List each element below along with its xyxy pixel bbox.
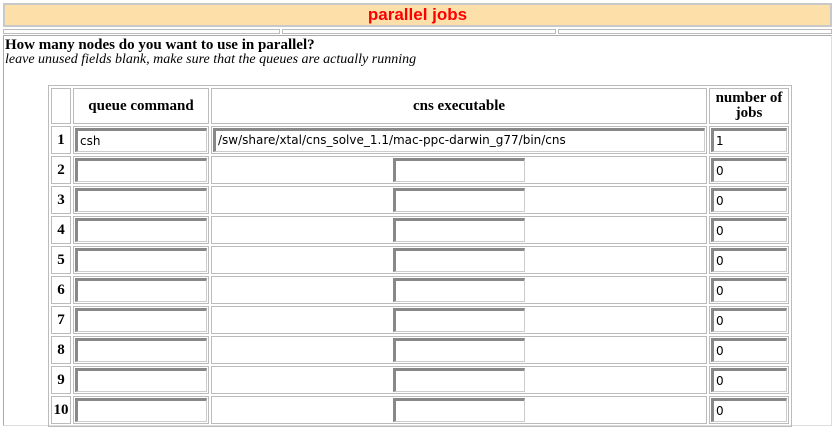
row-number: 10: [51, 396, 71, 424]
cns-cell: [211, 246, 707, 274]
cns-executable-input[interactable]: [393, 218, 525, 242]
queue-cell: [73, 156, 209, 184]
row-number: 7: [51, 306, 71, 334]
row-number: 6: [51, 276, 71, 304]
hint-text: leave unused fields blank, make sure tha…: [5, 52, 417, 67]
number-of-jobs-input[interactable]: [711, 218, 787, 242]
spacer-cell: [558, 29, 832, 34]
queue-cell: [73, 366, 209, 394]
table-row: 6: [51, 276, 789, 304]
spacer-cell: [282, 29, 556, 34]
cns-executable-input[interactable]: [393, 368, 525, 392]
cns-executable-input[interactable]: [393, 338, 525, 362]
cns-executable-input[interactable]: [393, 158, 525, 182]
cns-cell: [211, 366, 707, 394]
index-header: [51, 88, 71, 124]
queue-command-input[interactable]: [75, 158, 207, 182]
jobs-cell: [709, 396, 789, 424]
row-number: 4: [51, 216, 71, 244]
cns-cell: [211, 336, 707, 364]
number-of-jobs-input[interactable]: [711, 188, 787, 212]
jobs-cell: [709, 366, 789, 394]
number-of-jobs-input[interactable]: [711, 338, 787, 362]
cns-executable-input[interactable]: [393, 308, 525, 332]
queue-command-input[interactable]: [75, 398, 207, 422]
jobs-cell: [709, 276, 789, 304]
table-row: 8: [51, 336, 789, 364]
cns-executable-input[interactable]: /sw/share/xtal/cns_solve_1.1/mac-ppc-dar…: [213, 128, 705, 152]
cns-cell: [211, 156, 707, 184]
table-row: 2: [51, 156, 789, 184]
jobs-header: number of jobs: [709, 88, 789, 124]
number-of-jobs-input[interactable]: [711, 158, 787, 182]
queue-command-input[interactable]: [75, 248, 207, 272]
queue-cell: [73, 276, 209, 304]
table-row: 3: [51, 186, 789, 214]
number-of-jobs-input[interactable]: [711, 278, 787, 302]
row-number: 2: [51, 156, 71, 184]
queue-command-input[interactable]: [75, 278, 207, 302]
table-row: 4: [51, 216, 789, 244]
row-number: 5: [51, 246, 71, 274]
jobs-cell: [709, 126, 789, 154]
jobs-cell: [709, 306, 789, 334]
row-number: 1: [51, 126, 71, 154]
jobs-cell: [709, 186, 789, 214]
number-of-jobs-input[interactable]: [711, 368, 787, 392]
queue-cell: [73, 186, 209, 214]
cns-executable-input[interactable]: [393, 278, 525, 302]
number-of-jobs-input[interactable]: [711, 128, 787, 152]
page-title: parallel jobs: [3, 3, 832, 27]
jobs-cell: [709, 216, 789, 244]
queue-cell: [73, 246, 209, 274]
queue-command-input[interactable]: [75, 188, 207, 212]
queue-cell: [73, 396, 209, 424]
number-of-jobs-input[interactable]: [711, 398, 787, 422]
jobs-cell: [709, 336, 789, 364]
queue-cell: [73, 126, 209, 154]
cns-cell: [211, 306, 707, 334]
number-of-jobs-input[interactable]: [711, 308, 787, 332]
cns-executable-input[interactable]: [393, 188, 525, 212]
cns-cell: [211, 276, 707, 304]
cns-cell: /sw/share/xtal/cns_solve_1.1/mac-ppc-dar…: [211, 126, 707, 154]
cns-executable-input[interactable]: [393, 398, 525, 422]
cns-executable-input[interactable]: [393, 248, 525, 272]
row-number: 3: [51, 186, 71, 214]
queue-command-input[interactable]: [75, 308, 207, 332]
jobs-cell: [709, 246, 789, 274]
cns-cell: [211, 396, 707, 424]
jobs-table: queue command cns executable number of j…: [48, 85, 792, 427]
queue-command-input[interactable]: [75, 218, 207, 242]
queue-cell: [73, 306, 209, 334]
cns-header: cns executable: [211, 88, 707, 124]
queue-cell: [73, 216, 209, 244]
queue-command-input[interactable]: [75, 368, 207, 392]
cns-cell: [211, 186, 707, 214]
cns-cell: [211, 216, 707, 244]
table-row: 5: [51, 246, 789, 274]
table-row: 7: [51, 306, 789, 334]
spacer-cell: [3, 29, 280, 34]
table-row: 9: [51, 366, 789, 394]
queue-cell: [73, 336, 209, 364]
number-of-jobs-input[interactable]: [711, 248, 787, 272]
table-row: 1 /sw/share/xtal/cns_solve_1.1/mac-ppc-d…: [51, 126, 789, 154]
queue-command-input[interactable]: [75, 338, 207, 362]
row-number: 8: [51, 336, 71, 364]
jobs-cell: [709, 156, 789, 184]
row-number: 9: [51, 366, 71, 394]
queue-header: queue command: [73, 88, 209, 124]
queue-command-input[interactable]: [75, 128, 207, 152]
table-row: 10: [51, 396, 789, 424]
